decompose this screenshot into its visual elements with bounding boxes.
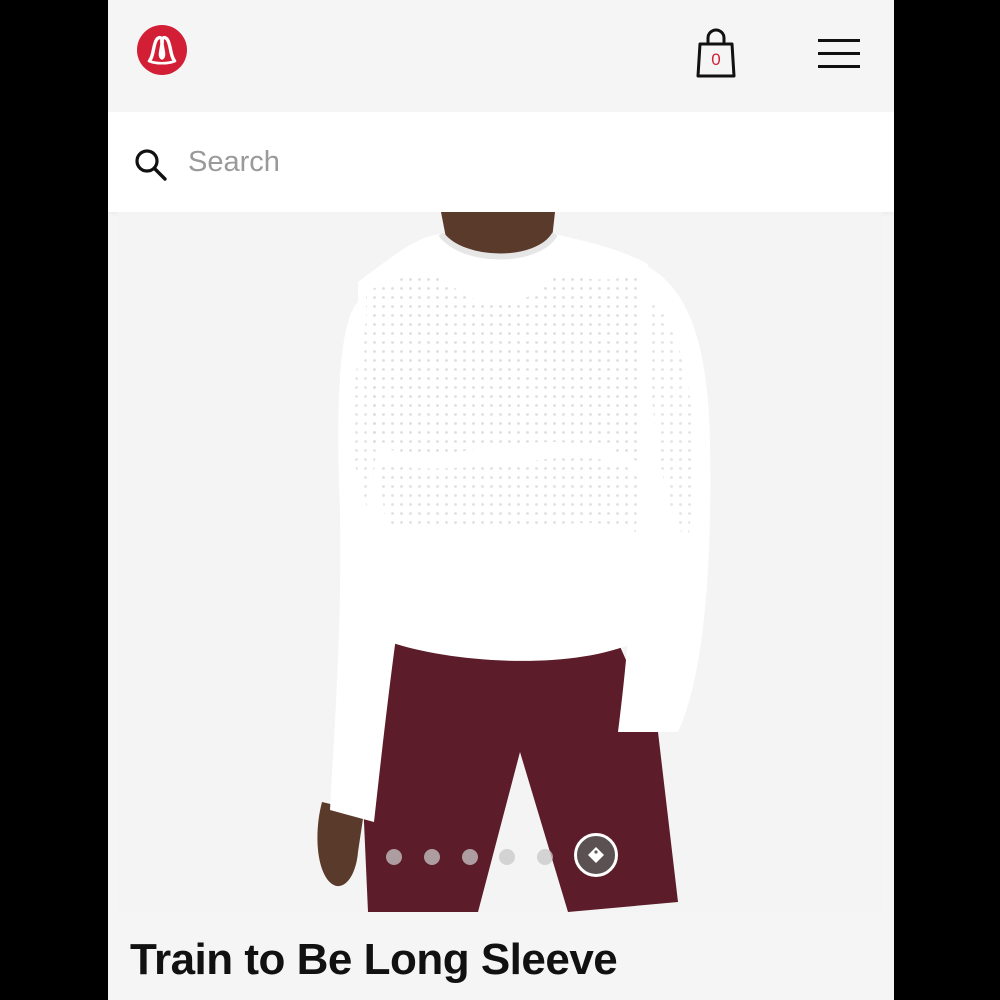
carousel-dot[interactable] (537, 849, 553, 865)
price-tag-icon (588, 847, 604, 863)
product-photo[interactable] (118, 212, 882, 912)
image-carousel-indicator (108, 833, 894, 883)
product-photo-illustration (118, 212, 882, 912)
search-icon[interactable] (134, 148, 168, 182)
carousel-dot[interactable] (424, 849, 440, 865)
bag-item-count: 0 (711, 50, 721, 69)
hamburger-menu-icon[interactable] (816, 36, 862, 72)
product-title: Train to Be Long Sleeve (130, 935, 618, 984)
lululemon-logo-icon[interactable] (136, 24, 188, 76)
app-screen: 0 Search Train to Be Long Sleeve (108, 0, 894, 1000)
top-navigation-bar: 0 (108, 0, 894, 108)
search-input[interactable] (188, 138, 838, 186)
shopping-bag-button[interactable]: 0 (694, 26, 738, 80)
carousel-dot[interactable] (386, 849, 402, 865)
carousel-dot-active[interactable] (574, 833, 618, 877)
carousel-dot[interactable] (462, 849, 478, 865)
carousel-dot[interactable] (499, 849, 515, 865)
search-bar (108, 112, 894, 212)
